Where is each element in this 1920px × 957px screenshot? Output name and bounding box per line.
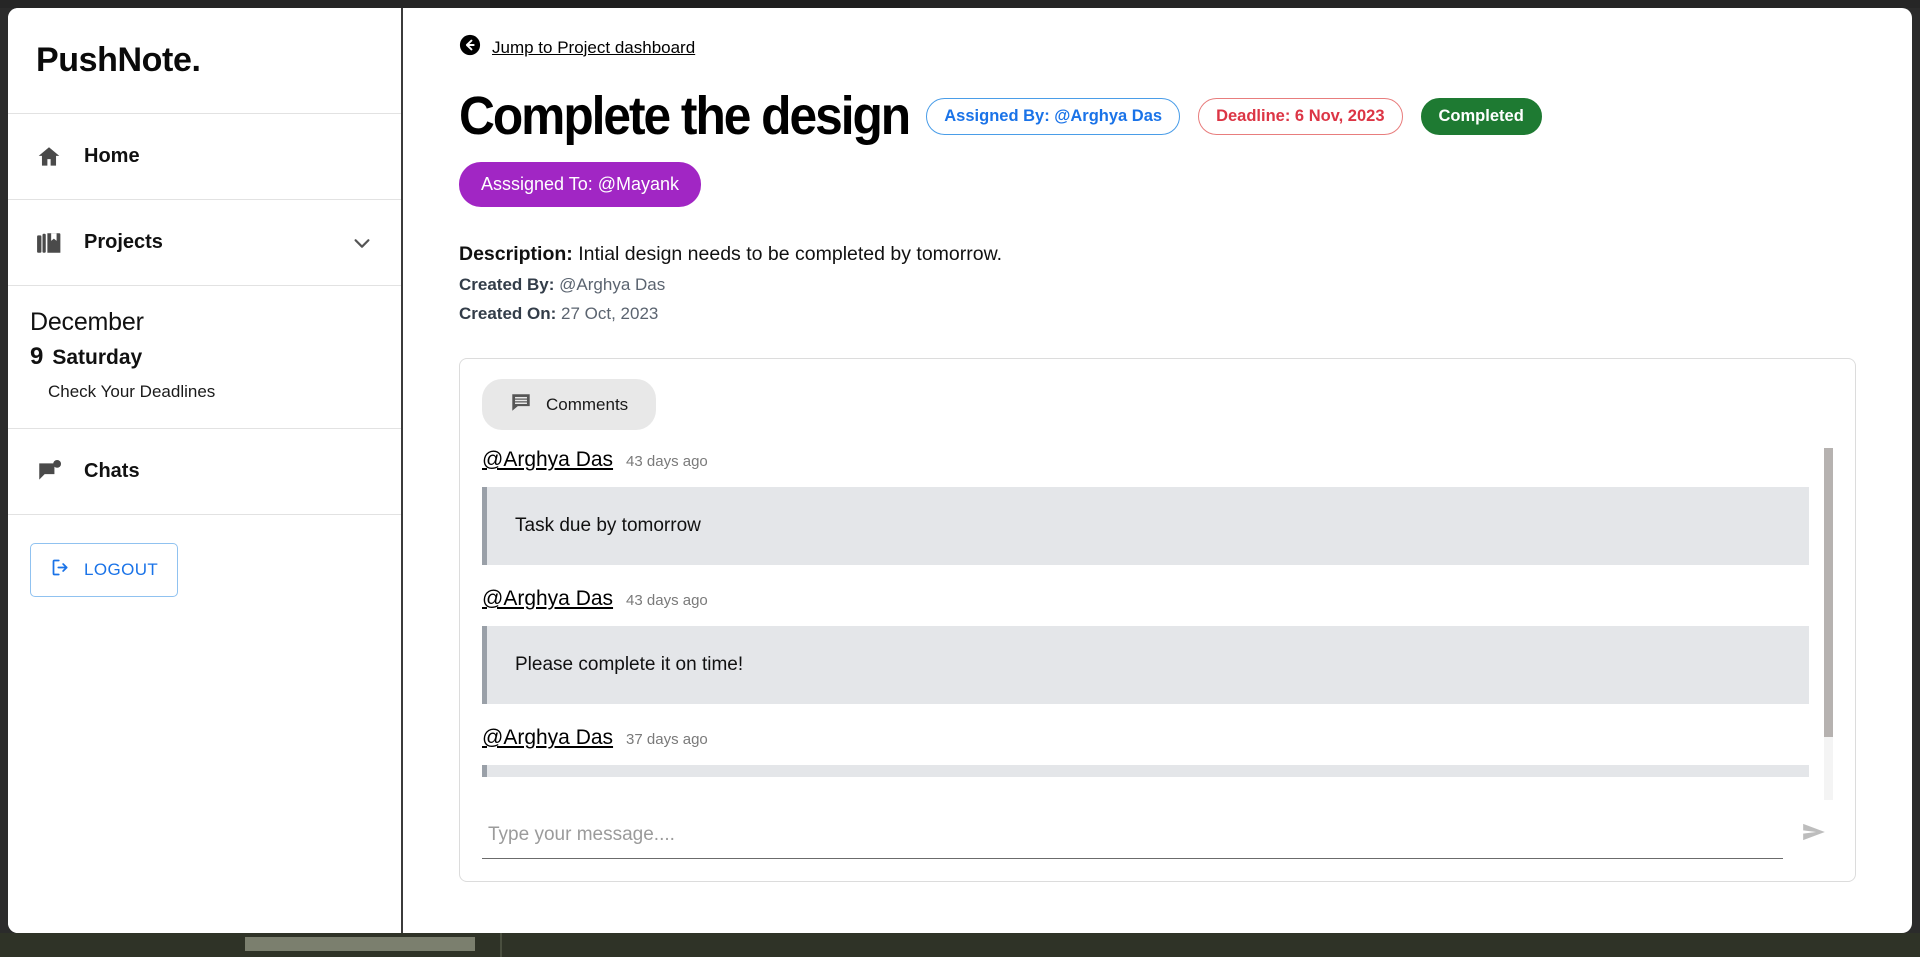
assigned-to-row: Asssigned To: @Mayank <box>459 144 1856 208</box>
comments-panel: Comments @Arghya Das 43 days ago Task du… <box>459 358 1856 883</box>
comment-timestamp: 37 days ago <box>626 731 708 749</box>
comment-scrollbar-thumb[interactable] <box>1824 448 1833 737</box>
desktop: PushNote. Home Projects December 9 Satur… <box>0 0 1920 957</box>
comment-body: Task due by tomorrow <box>482 487 1809 566</box>
sidebar-item-chats-label: Chats <box>84 460 140 482</box>
list-item: @Arghya Das 43 days ago Task due by tomo… <box>482 448 1809 566</box>
taskbar-item[interactable] <box>245 937 475 951</box>
comment-body <box>482 765 1809 778</box>
chevron-down-icon[interactable] <box>351 232 373 254</box>
created-by-label: Created By: <box>459 275 555 295</box>
home-icon <box>36 144 62 170</box>
deadline-note[interactable]: Check Your Deadlines <box>48 382 373 402</box>
calendar-month: December <box>30 308 144 336</box>
back-arrow-circle-icon <box>459 34 481 61</box>
logout-container: LOGOUT <box>8 515 401 597</box>
logout-button[interactable]: LOGOUT <box>30 543 179 597</box>
list-item: @Arghya Das 43 days ago Please complete … <box>482 587 1809 705</box>
comment-header: @Arghya Das 43 days ago <box>482 448 1809 472</box>
calendar-day: 9 Saturday <box>30 343 373 371</box>
task-description: Description: Intial design needs to be c… <box>459 243 1856 266</box>
logout-button-label: LOGOUT <box>84 560 159 579</box>
app-page: PushNote. Home Projects December 9 Satur… <box>8 8 1912 933</box>
projects-icon <box>36 230 62 256</box>
created-on-row: Created On: 27 Oct, 2023 <box>459 304 1856 324</box>
calendar-day-number: 9 <box>30 343 44 370</box>
comment-icon <box>510 391 532 418</box>
sidebar-item-home-label: Home <box>84 145 140 167</box>
list-item: @Arghya Das 37 days ago <box>482 726 1809 778</box>
sidebar-item-projects[interactable]: Projects <box>8 200 401 286</box>
tab-comments-label: Comments <box>546 394 629 414</box>
comment-body: Please complete it on time! <box>482 626 1809 705</box>
message-composer <box>482 800 1833 881</box>
page-title: Complete the design <box>459 86 911 146</box>
comment-header: @Arghya Das 43 days ago <box>482 587 1809 611</box>
brand: PushNote. <box>8 8 401 114</box>
badge-deadline: Deadline: 6 Nov, 2023 <box>1198 98 1403 136</box>
comment-timestamp: 43 days ago <box>626 453 708 471</box>
send-button[interactable] <box>1795 819 1833 856</box>
status-badge: Completed <box>1420 98 1542 136</box>
sidebar: PushNote. Home Projects December 9 Satur… <box>8 8 403 933</box>
tab-comments[interactable]: Comments <box>482 379 657 431</box>
main-content: Jump to Project dashboard Complete the d… <box>403 8 1912 933</box>
created-by-row: Created By: @Arghya Das <box>459 275 1856 295</box>
chat-flag-icon <box>36 459 62 485</box>
comment-author[interactable]: @Arghya Das <box>482 587 613 611</box>
taskbar-divider <box>500 933 502 957</box>
badge-assigned-by: Assigned By: @Arghya Das <box>926 98 1181 136</box>
created-on-value: 27 Oct, 2023 <box>561 304 659 324</box>
created-by-value: @Arghya Das <box>559 275 666 295</box>
sidebar-item-projects-label: Projects <box>84 231 163 253</box>
back-to-dashboard-label: Jump to Project dashboard <box>492 37 696 57</box>
deadline-date-block: December 9 Saturday Check Your Deadlines <box>8 286 401 429</box>
back-to-dashboard-link[interactable]: Jump to Project dashboard <box>459 34 695 61</box>
comment-header: @Arghya Das 37 days ago <box>482 726 1809 750</box>
badge-assigned-to[interactable]: Asssigned To: @Mayank <box>459 162 702 208</box>
comment-timestamp: 43 days ago <box>626 592 708 610</box>
taskbar <box>0 933 1920 957</box>
task-meta: Description: Intial design needs to be c… <box>459 243 1856 324</box>
comment-author[interactable]: @Arghya Das <box>482 726 613 750</box>
created-on-label: Created On: <box>459 304 557 324</box>
calendar-day-name: Saturday <box>52 346 143 369</box>
task-description-label: Description: <box>459 243 573 266</box>
comment-scrollbar[interactable] <box>1824 448 1833 801</box>
task-header: Complete the design Assigned By: @Arghya… <box>459 86 1856 146</box>
send-icon <box>1801 819 1827 848</box>
window-chrome-top <box>0 0 1920 9</box>
comment-author[interactable]: @Arghya Das <box>482 448 613 472</box>
sidebar-item-home[interactable]: Home <box>8 114 401 200</box>
sidebar-item-chats[interactable]: Chats <box>8 429 401 515</box>
message-input[interactable] <box>482 816 1783 860</box>
logout-icon <box>50 557 71 583</box>
brand-name: PushNote. <box>36 41 201 79</box>
task-description-text: Intial design needs to be completed by t… <box>578 243 1003 266</box>
comment-list: @Arghya Das 43 days ago Task due by tomo… <box>482 448 1833 801</box>
